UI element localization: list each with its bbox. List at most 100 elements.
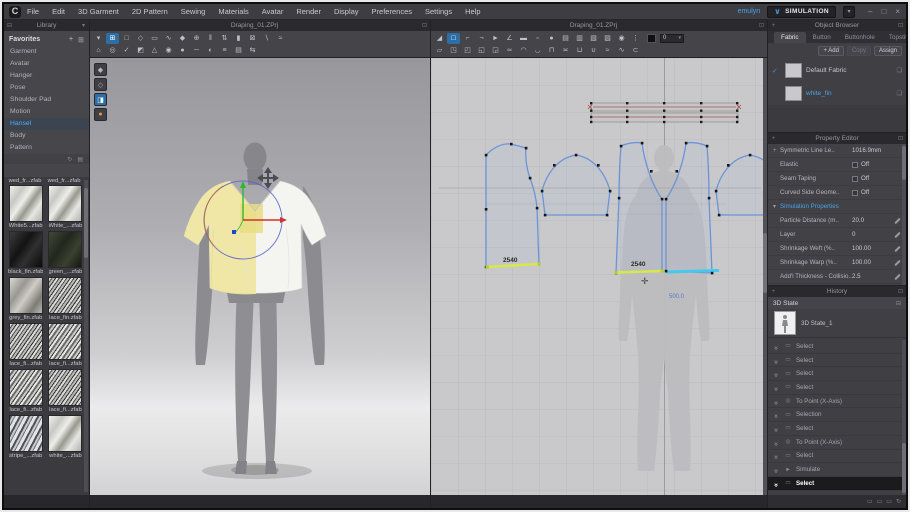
history-row[interactable]: « Select [768, 422, 902, 436]
state-item[interactable]: 3D State_1 [768, 309, 906, 338]
viewport-3d-side-button[interactable]: ◇ [94, 78, 107, 91]
toolbar-3d-icon[interactable]: □ [120, 33, 133, 44]
toolbar-3d-icon[interactable]: ▭ [148, 33, 161, 44]
toolbar-2d-icon[interactable]: ► [489, 33, 502, 44]
toolbar-3d-icon[interactable]: ⊠ [246, 33, 259, 44]
fabric-thumbnail[interactable] [48, 231, 82, 268]
menu-item[interactable]: Preferences [372, 7, 412, 16]
property-value[interactable]: Off [861, 189, 902, 196]
library-nav-item[interactable]: Garment [4, 46, 89, 58]
viewport-3d-side-button[interactable]: ◨ [94, 93, 107, 106]
object-browser-tab[interactable]: Fabric [774, 32, 806, 43]
history-scrollbar[interactable] [902, 340, 906, 495]
property-value[interactable]: 20.0 [852, 217, 892, 224]
toolbar-3d-icon[interactable]: ◩ [134, 45, 147, 56]
close-button[interactable]: × [895, 7, 900, 16]
canvas-3d[interactable]: ◆ ◇ ◨ ● [90, 58, 430, 495]
edit-pencil-icon[interactable] [892, 217, 902, 225]
property-value[interactable]: 100.00 [852, 259, 892, 266]
add-button[interactable]: + Add [818, 46, 844, 56]
library-view-icon[interactable]: ▤ [77, 156, 83, 163]
app-logo-icon[interactable]: C [9, 6, 21, 18]
toolbar-2d-icon[interactable]: ▱ [433, 45, 446, 56]
toolbar-2d-icon[interactable]: □ [447, 33, 460, 44]
toolbar-3d-icon[interactable]: ⇅ [218, 33, 231, 44]
toolbar-3d-icon[interactable]: ◆ [176, 33, 189, 44]
fabric-item[interactable]: lace_fi...zfab [48, 369, 82, 413]
toolbar-3d-icon[interactable]: ▾ [92, 33, 105, 44]
toolbar-2d-icon[interactable]: ⊔ [573, 45, 586, 56]
menu-item[interactable]: Settings [425, 7, 452, 16]
property-row[interactable]: Curved Side Geome.. Off [768, 186, 902, 200]
viewport-2d-dock-icon[interactable]: ⊡ [756, 22, 767, 29]
toolbar-2d-icon[interactable]: ◰ [461, 45, 474, 56]
menu-item[interactable]: 3D Garment [78, 7, 119, 16]
history-dock-icon[interactable]: ⊡ [895, 288, 906, 295]
toolbar-3d-icon[interactable]: ≈ [274, 33, 287, 44]
property-row[interactable]: Seam Taping Off [768, 172, 902, 186]
toolbar-3d-icon[interactable]: ✓ [120, 45, 133, 56]
object-browser-tab[interactable]: Button [806, 32, 838, 43]
property-value[interactable]: 100.00 [852, 245, 892, 252]
menu-item[interactable]: Display [334, 7, 359, 16]
checkbox[interactable] [852, 190, 858, 196]
toolbar-2d-icon[interactable]: ▤ [559, 33, 572, 44]
history-row[interactable]: « To Point (X-Axis) [768, 395, 902, 409]
edit-pencil-icon[interactable] [892, 245, 902, 253]
library-dock-icon[interactable]: ⊟ [4, 22, 15, 29]
viewport-3d-tab[interactable]: Draping_01.ZPrj [90, 22, 419, 29]
toolbar-2d-icon[interactable]: ◳ [447, 45, 460, 56]
fabric-item[interactable]: white_...zfab [48, 415, 82, 459]
fabric-name[interactable]: white_fin [806, 90, 893, 97]
menu-item[interactable]: Help [465, 7, 480, 16]
toolbar-3d-icon[interactable]: ⊞ [106, 33, 119, 44]
simulation-button[interactable]: ∨ SIMULATION [767, 6, 836, 18]
history-left-icon[interactable]: + [768, 289, 779, 295]
menu-item[interactable]: File [27, 7, 39, 16]
fabric-thumbnail[interactable] [9, 231, 43, 268]
fabric-name[interactable]: Default Fabric [806, 67, 893, 74]
toolbar-2d-icon[interactable]: ▬ [517, 33, 530, 44]
property-editor-dock-icon[interactable]: ⊡ [895, 135, 906, 142]
viewport-3d-side-button[interactable]: ● [94, 108, 107, 121]
fabric-item[interactable]: lace_fi...zfab [8, 369, 43, 413]
property-row[interactable]: Layer 0 [768, 228, 902, 242]
object-browser-tab[interactable]: Topstitch [882, 32, 906, 43]
property-value[interactable]: 1016.9mm [852, 147, 902, 154]
toolbar-2d-icon[interactable]: ● [545, 33, 558, 44]
property-value[interactable]: Off [861, 161, 902, 168]
fabric-item[interactable]: lace_fin.zfab [48, 277, 82, 321]
checkbox[interactable] [852, 162, 858, 168]
viewport-3d-side-button[interactable]: ◆ [94, 63, 107, 76]
fabric-item[interactable]: grey_fin.zfab [8, 277, 43, 321]
property-value[interactable]: 0 [852, 231, 892, 238]
toolbar-3d-icon[interactable]: ─ [190, 45, 203, 56]
history-footer-icon[interactable]: ▭ [877, 498, 883, 505]
layer-select[interactable]: 0 ▾ [660, 34, 684, 43]
history-row[interactable]: « Select [768, 450, 902, 464]
menu-item[interactable]: Sewing [181, 7, 206, 16]
fabric-item[interactable]: lace_fi...zfab [8, 323, 43, 367]
fabric-item[interactable]: lace_fi...zfab [48, 323, 82, 367]
toolbar-2d-icon[interactable]: ▨ [601, 33, 614, 44]
history-row[interactable]: « Select [768, 354, 902, 368]
toolbar-3d-icon[interactable]: ⊕ [190, 33, 203, 44]
toolbar-2d-icon[interactable]: ≃ [503, 45, 516, 56]
property-value[interactable]: 2.5 [852, 273, 892, 280]
fabric-thumbnail[interactable] [9, 415, 43, 452]
toolbar-3d-icon[interactable]: ◎ [106, 45, 119, 56]
toolbar-3d-icon[interactable]: ◐ [204, 45, 217, 56]
library-nav-item[interactable]: Shoulder Pad [4, 94, 89, 106]
fabric-thumbnail[interactable] [48, 185, 82, 222]
history-row[interactable]: « Select [768, 367, 902, 381]
toolbar-2d-icon[interactable]: ▥ [573, 33, 586, 44]
toolbar-2d-icon[interactable]: ◉ [615, 33, 628, 44]
menu-item[interactable]: Avatar [262, 7, 284, 16]
toolbar-3d-icon[interactable]: ▤ [232, 45, 245, 56]
menu-item[interactable]: Render [296, 7, 321, 16]
library-nav-item[interactable]: Pattern [4, 142, 89, 154]
object-browser-dock-icon[interactable]: ⊡ [895, 22, 906, 29]
toolbar-3d-icon[interactable]: ∿ [162, 33, 175, 44]
history-row[interactable]: « Selection [768, 408, 902, 422]
fabric-item[interactable]: White5...zfab [8, 185, 43, 229]
